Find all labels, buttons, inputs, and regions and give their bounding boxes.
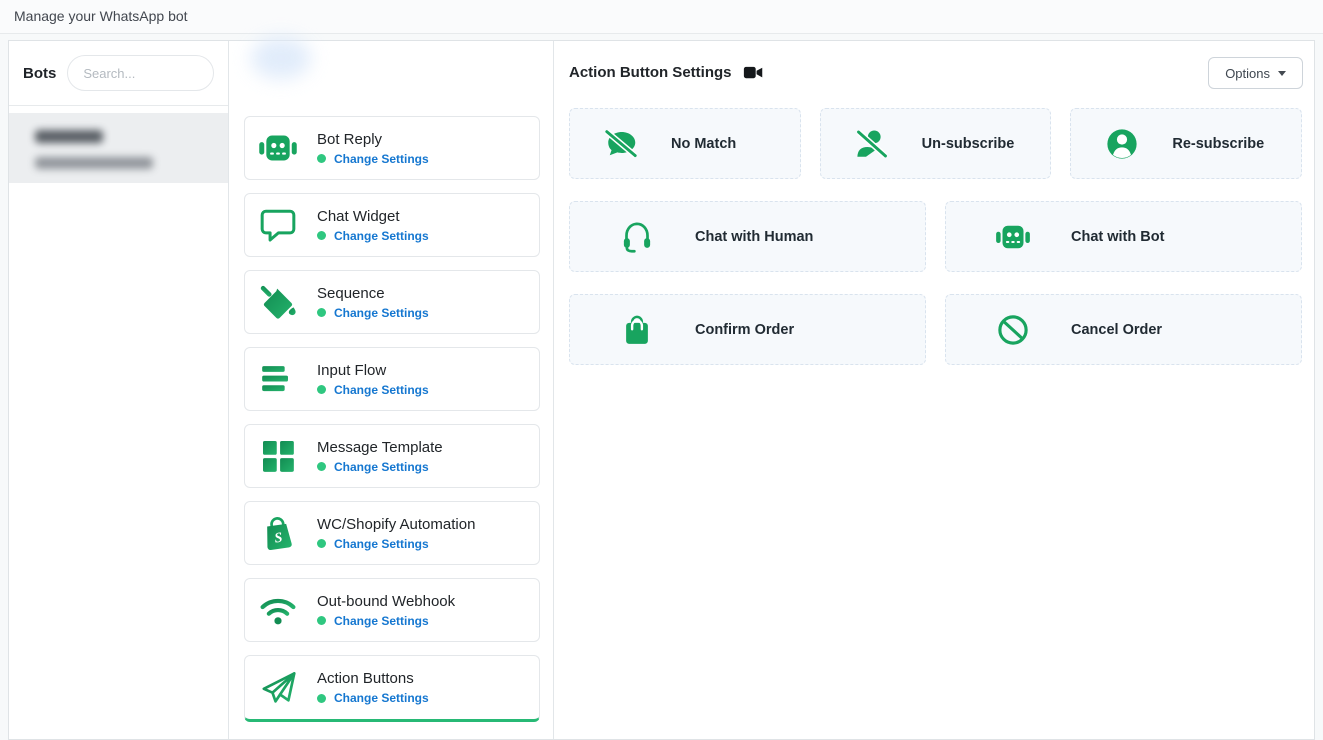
change-settings-link[interactable]: Change Settings: [334, 306, 429, 320]
tile-label: No Match: [671, 136, 736, 152]
fill-drip-icon: [258, 282, 298, 322]
feature-title: Out-bound Webhook: [317, 593, 455, 610]
bot-phone-redacted: [35, 157, 153, 169]
grid-squares-icon: [258, 436, 298, 476]
status-dot: [317, 231, 326, 240]
status-dot: [317, 539, 326, 548]
feature-title: Action Buttons: [317, 670, 429, 687]
panel-title: Action Button Settings: [569, 64, 731, 81]
status-dot: [317, 616, 326, 625]
feature-card-action-buttons[interactable]: Action Buttons Change Settings: [244, 655, 540, 722]
tile-re-subscribe[interactable]: Re-subscribe: [1070, 108, 1302, 179]
tile-no-match[interactable]: No Match: [569, 108, 801, 179]
bot-list-item-selected[interactable]: [9, 113, 228, 183]
robot-icon: [995, 219, 1031, 255]
tile-confirm-order[interactable]: Confirm Order: [569, 294, 926, 365]
tile-label: Cancel Order: [1071, 322, 1162, 338]
search-input[interactable]: [67, 55, 214, 91]
feature-title: WC/Shopify Automation: [317, 516, 475, 533]
main-container: Bots Bot Reply: [8, 40, 1315, 740]
tile-label: Un-subscribe: [922, 136, 1015, 152]
bots-heading: Bots: [23, 65, 56, 82]
action-button-settings-panel: Action Button Settings Options: [554, 41, 1316, 739]
ban-icon: [995, 312, 1031, 348]
status-dot: [317, 308, 326, 317]
blurred-avatar-blob: [251, 37, 311, 79]
tile-row-1: No Match Un-subscribe: [569, 108, 1302, 179]
feature-card-message-template[interactable]: Message Template Change Settings: [244, 424, 540, 488]
top-bar: Manage your WhatsApp bot: [0, 0, 1323, 34]
headset-icon: [619, 219, 655, 255]
tile-label: Chat with Bot: [1071, 229, 1164, 245]
tile-chat-with-bot[interactable]: Chat with Bot: [945, 201, 1302, 272]
feature-card-chat-widget[interactable]: Chat Widget Change Settings: [244, 193, 540, 257]
feature-card-sequence[interactable]: Sequence Change Settings: [244, 270, 540, 334]
feature-title: Bot Reply: [317, 131, 429, 148]
shopify-bag-icon: S: [258, 513, 298, 553]
feature-card-input-flow[interactable]: Input Flow Change Settings: [244, 347, 540, 411]
feature-title: Chat Widget: [317, 208, 429, 225]
status-dot: [317, 694, 326, 703]
wifi-icon: [258, 590, 298, 630]
tile-cancel-order[interactable]: Cancel Order: [945, 294, 1302, 365]
feature-title: Input Flow: [317, 362, 429, 379]
video-camera-icon[interactable]: [743, 64, 764, 81]
tile-row-3: Confirm Order Cancel Order: [569, 294, 1302, 365]
user-slash-icon: [854, 126, 890, 162]
list-bars-icon: [258, 359, 298, 399]
feature-card-outbound-webhook[interactable]: Out-bound Webhook Change Settings: [244, 578, 540, 642]
status-dot: [317, 154, 326, 163]
tile-chat-with-human[interactable]: Chat with Human: [569, 201, 926, 272]
features-column: Bot Reply Change Settings Chat Widget Ch…: [229, 41, 554, 739]
paper-plane-icon: [258, 668, 298, 708]
comment-slash-icon: [603, 126, 639, 162]
feature-title: Sequence: [317, 285, 429, 302]
chevron-down-icon: [1278, 71, 1286, 76]
change-settings-link[interactable]: Change Settings: [334, 152, 429, 166]
change-settings-link[interactable]: Change Settings: [334, 383, 429, 397]
feature-card-shopify-automation[interactable]: S WC/Shopify Automation Change Settings: [244, 501, 540, 565]
sidebar-header: Bots: [9, 41, 228, 106]
change-settings-link[interactable]: Change Settings: [334, 460, 429, 474]
robot-icon: [258, 128, 298, 168]
feature-card-bot-reply[interactable]: Bot Reply Change Settings: [244, 116, 540, 180]
tile-label: Chat with Human: [695, 229, 813, 245]
change-settings-link[interactable]: Change Settings: [334, 691, 429, 705]
change-settings-link[interactable]: Change Settings: [334, 614, 429, 628]
change-settings-link[interactable]: Change Settings: [334, 537, 429, 551]
user-circle-icon: [1104, 126, 1140, 162]
shopping-bag-icon: [619, 312, 655, 348]
panel-header: Action Button Settings: [569, 64, 764, 81]
feature-title: Message Template: [317, 439, 443, 456]
options-button-label: Options: [1225, 66, 1270, 81]
status-dot: [317, 462, 326, 471]
tile-label: Re-subscribe: [1172, 136, 1264, 152]
status-dot: [317, 385, 326, 394]
chat-bubble-icon: [258, 205, 298, 245]
tile-un-subscribe[interactable]: Un-subscribe: [820, 108, 1052, 179]
tile-label: Confirm Order: [695, 322, 794, 338]
bot-name-redacted: [35, 130, 103, 143]
page-title: Manage your WhatsApp bot: [14, 0, 188, 33]
bots-sidebar: Bots: [9, 41, 229, 739]
change-settings-link[interactable]: Change Settings: [334, 229, 429, 243]
options-button[interactable]: Options: [1208, 57, 1303, 89]
tile-row-2: Chat with Human Chat with Bot: [569, 201, 1302, 272]
